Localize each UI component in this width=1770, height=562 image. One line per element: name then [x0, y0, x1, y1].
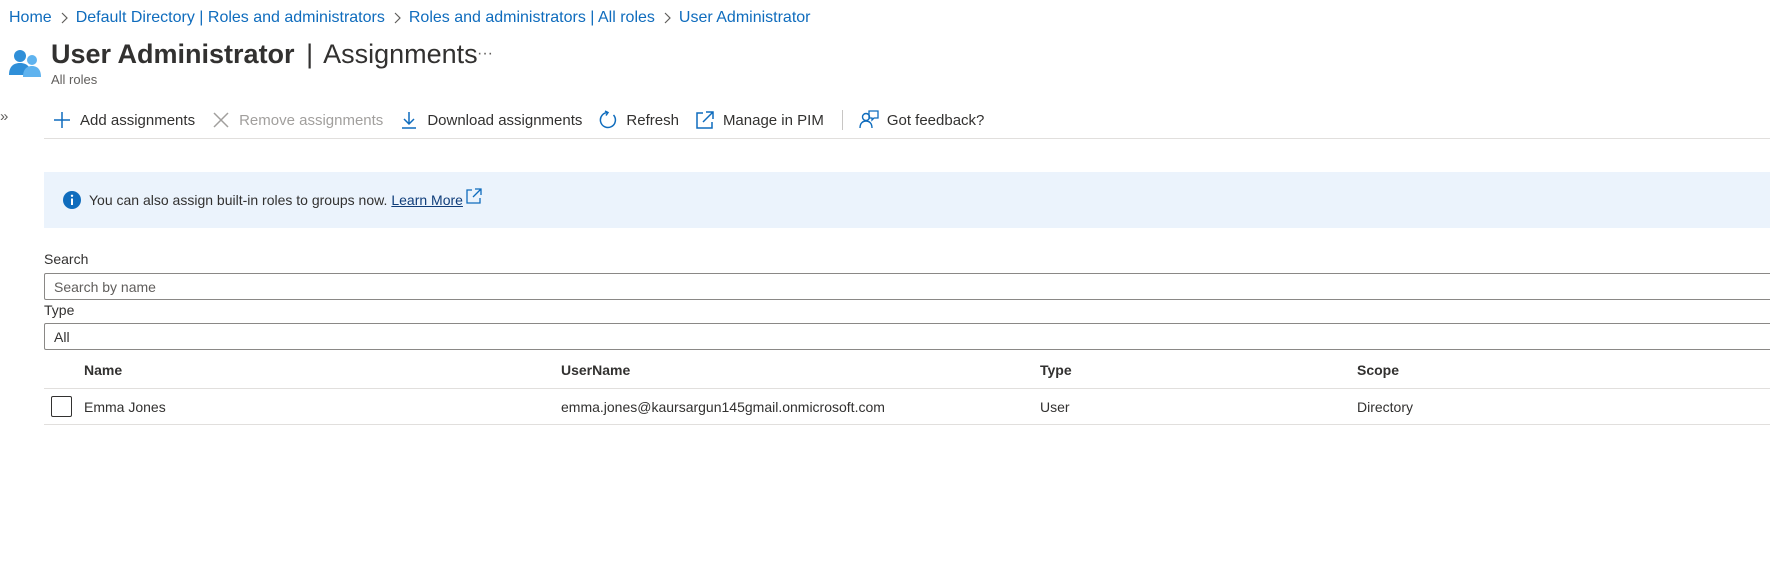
search-field[interactable]: [44, 273, 1770, 300]
refresh-button[interactable]: Refresh: [590, 102, 687, 138]
remove-assignments-label: Remove assignments: [239, 111, 384, 129]
info-banner-text: You can also assign built-in roles to gr…: [89, 192, 388, 208]
column-header-type[interactable]: Type: [1040, 352, 1072, 388]
toolbar-divider: [841, 110, 843, 130]
type-dropdown-value: All: [54, 328, 70, 345]
column-header-scope[interactable]: Scope: [1357, 352, 1399, 388]
breadcrumb-all-roles[interactable]: Roles and administrators | All roles: [409, 9, 655, 27]
more-options-button[interactable]: ···: [474, 42, 496, 66]
breadcrumb: Home Default Directory | Roles and admin…: [9, 7, 811, 29]
column-header-name[interactable]: Name: [84, 352, 122, 388]
row-checkbox-cell: [51, 389, 73, 424]
got-feedback-button[interactable]: Got feedback?: [851, 102, 993, 138]
cell-username: emma.jones@kaursargun145gmail.onmicrosof…: [561, 398, 885, 415]
refresh-label: Refresh: [626, 111, 679, 129]
expand-sidebar-icon[interactable]: »: [0, 107, 12, 127]
page-title: User Administrator | Assignments: [51, 37, 478, 71]
got-feedback-label: Got feedback?: [886, 111, 985, 129]
breadcrumb-home[interactable]: Home: [9, 9, 52, 27]
table-row[interactable]: Emma Jones emma.jones@kaursargun145gmail…: [44, 389, 1770, 425]
download-icon: [399, 110, 419, 130]
external-link-icon[interactable]: [466, 188, 482, 204]
row-checkbox[interactable]: [51, 396, 72, 417]
add-assignments-button[interactable]: Add assignments: [44, 102, 203, 138]
search-label: Search: [44, 251, 89, 267]
page-title-sub: Assignments: [323, 39, 478, 69]
refresh-icon: [598, 110, 618, 130]
add-assignments-label: Add assignments: [80, 111, 196, 129]
manage-in-pim-label: Manage in PIM: [722, 111, 824, 129]
type-label: Type: [44, 302, 75, 318]
manage-in-pim-button[interactable]: Manage in PIM: [687, 102, 832, 138]
breadcrumb-user-administrator[interactable]: User Administrator: [679, 9, 811, 27]
external-link-icon: [695, 110, 715, 130]
remove-assignments-button[interactable]: Remove assignments: [203, 102, 391, 138]
command-bar: Add assignments Remove assignments Downl…: [44, 102, 1770, 139]
cell-type: User: [1040, 398, 1070, 415]
chevron-right-icon: [655, 9, 679, 27]
chevron-right-icon: [385, 9, 409, 27]
feedback-icon: [859, 110, 879, 130]
download-assignments-label: Download assignments: [427, 111, 583, 129]
chevron-right-icon: [52, 9, 76, 27]
cell-scope: Directory: [1357, 398, 1414, 415]
breadcrumb-default-directory[interactable]: Default Directory | Roles and administra…: [76, 9, 385, 27]
search-input[interactable]: [54, 278, 1764, 295]
download-assignments-button[interactable]: Download assignments: [391, 102, 590, 138]
type-dropdown[interactable]: All: [44, 323, 1770, 350]
table-header-row: Name UserName Type Scope: [44, 352, 1770, 389]
plus-icon: [52, 110, 72, 130]
cell-name: Emma Jones: [84, 398, 166, 415]
x-icon: [211, 110, 231, 130]
learn-more-link[interactable]: Learn More: [391, 192, 463, 208]
page-title-main: User Administrator: [51, 39, 295, 69]
info-icon: [63, 191, 81, 209]
page-title-separator: |: [306, 39, 314, 69]
user-group-icon: [7, 45, 43, 81]
info-banner: You can also assign built-in roles to gr…: [44, 172, 1770, 228]
assignments-table: Name UserName Type Scope Emma Jones emma…: [44, 352, 1770, 425]
page-subtitle: All roles: [51, 72, 98, 87]
column-header-username[interactable]: UserName: [561, 352, 630, 388]
